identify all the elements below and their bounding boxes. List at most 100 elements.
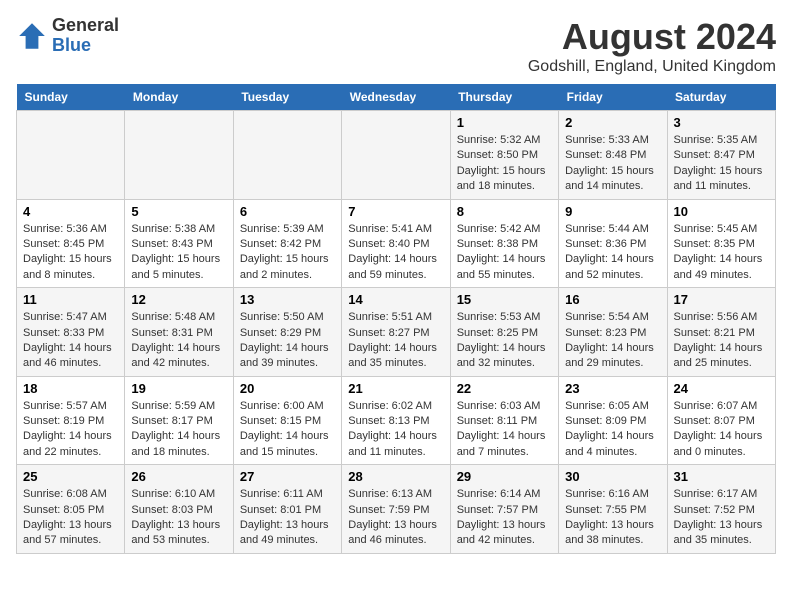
day-info: Sunrise: 6:00 AMSunset: 8:15 PMDaylight:… xyxy=(240,399,335,461)
calendar-cell xyxy=(342,111,450,200)
calendar-cell: 24 Sunrise: 6:07 AMSunset: 8:07 PMDayligh… xyxy=(667,376,775,465)
day-info: Sunrise: 5:47 AMSunset: 8:33 PMDaylight:… xyxy=(23,310,118,372)
main-title: August 2024 xyxy=(528,16,776,58)
calendar-cell: 3 Sunrise: 5:35 AMSunset: 8:47 PMDaylight… xyxy=(667,111,775,200)
day-number: 3 xyxy=(674,115,769,130)
day-number: 4 xyxy=(23,204,118,219)
day-number: 16 xyxy=(565,292,660,307)
day-info: Sunrise: 5:53 AMSunset: 8:25 PMDaylight:… xyxy=(457,310,552,372)
day-number: 7 xyxy=(348,204,443,219)
day-info: Sunrise: 5:32 AMSunset: 8:50 PMDaylight:… xyxy=(457,133,552,195)
day-number: 6 xyxy=(240,204,335,219)
header-friday: Friday xyxy=(559,84,667,111)
day-number: 25 xyxy=(23,469,118,484)
calendar-cell: 4 Sunrise: 5:36 AMSunset: 8:45 PMDaylight… xyxy=(17,199,125,288)
day-info: Sunrise: 5:33 AMSunset: 8:48 PMDaylight:… xyxy=(565,133,660,195)
logo-text: General Blue xyxy=(52,16,119,56)
calendar-cell: 1 Sunrise: 5:32 AMSunset: 8:50 PMDaylight… xyxy=(450,111,558,200)
day-number: 12 xyxy=(131,292,226,307)
day-number: 31 xyxy=(674,469,769,484)
day-number: 8 xyxy=(457,204,552,219)
calendar-cell: 28Sunrise: 6:13 AMSunset: 7:59 PMDayligh… xyxy=(342,465,450,554)
calendar-cell: 26 Sunrise: 6:10 AMSunset: 8:03 PMDayligh… xyxy=(125,465,233,554)
header-wednesday: Wednesday xyxy=(342,84,450,111)
day-number: 24 xyxy=(674,381,769,396)
day-number: 30 xyxy=(565,469,660,484)
calendar-cell: 13 Sunrise: 5:50 AMSunset: 8:29 PMDayligh… xyxy=(233,288,341,377)
calendar-cell: 11 Sunrise: 5:47 AMSunset: 8:33 PMDayligh… xyxy=(17,288,125,377)
day-info: Sunrise: 5:35 AMSunset: 8:47 PMDaylight:… xyxy=(674,133,769,195)
day-info: Sunrise: 5:39 AMSunset: 8:42 PMDaylight:… xyxy=(240,222,335,284)
day-info: Sunrise: 6:10 AMSunset: 8:03 PMDaylight:… xyxy=(131,487,226,549)
logo-icon xyxy=(16,20,48,52)
day-info: Sunrise: 5:54 AMSunset: 8:23 PMDaylight:… xyxy=(565,310,660,372)
calendar-body: 1 Sunrise: 5:32 AMSunset: 8:50 PMDaylight… xyxy=(17,111,776,554)
header-tuesday: Tuesday xyxy=(233,84,341,111)
day-info: Sunrise: 5:42 AMSunset: 8:38 PMDaylight:… xyxy=(457,222,552,284)
page-header: General Blue August 2024 Godshill, Engla… xyxy=(16,16,776,76)
day-number: 2 xyxy=(565,115,660,130)
calendar-cell: 9 Sunrise: 5:44 AMSunset: 8:36 PMDaylight… xyxy=(559,199,667,288)
logo-general: General xyxy=(52,16,119,36)
day-number: 14 xyxy=(348,292,443,307)
day-number: 13 xyxy=(240,292,335,307)
calendar-cell: 8 Sunrise: 5:42 AMSunset: 8:38 PMDaylight… xyxy=(450,199,558,288)
calendar-cell: 22Sunrise: 6:03 AMSunset: 8:11 PMDayligh… xyxy=(450,376,558,465)
day-number: 1 xyxy=(457,115,552,130)
day-info: Sunrise: 5:45 AMSunset: 8:35 PMDaylight:… xyxy=(674,222,769,284)
day-info: Sunrise: 6:02 AMSunset: 8:13 PMDaylight:… xyxy=(348,399,443,461)
day-info: Sunrise: 6:08 AMSunset: 8:05 PMDaylight:… xyxy=(23,487,118,549)
calendar-week-4: 18 Sunrise: 5:57 AMSunset: 8:19 PMDayligh… xyxy=(17,376,776,465)
day-number: 9 xyxy=(565,204,660,219)
day-info: Sunrise: 5:44 AMSunset: 8:36 PMDaylight:… xyxy=(565,222,660,284)
day-number: 10 xyxy=(674,204,769,219)
day-info: Sunrise: 6:13 AMSunset: 7:59 PMDaylight:… xyxy=(348,487,443,549)
header-row: Sunday Monday Tuesday Wednesday Thursday… xyxy=(17,84,776,111)
calendar-cell: 20Sunrise: 6:00 AMSunset: 8:15 PMDayligh… xyxy=(233,376,341,465)
day-number: 26 xyxy=(131,469,226,484)
calendar-cell: 31Sunrise: 6:17 AMSunset: 7:52 PMDayligh… xyxy=(667,465,775,554)
day-info: Sunrise: 5:36 AMSunset: 8:45 PMDaylight:… xyxy=(23,222,118,284)
calendar-cell: 14Sunrise: 5:51 AMSunset: 8:27 PMDayligh… xyxy=(342,288,450,377)
day-info: Sunrise: 6:05 AMSunset: 8:09 PMDaylight:… xyxy=(565,399,660,461)
day-info: Sunrise: 5:57 AMSunset: 8:19 PMDaylight:… xyxy=(23,399,118,461)
title-block: August 2024 Godshill, England, United Ki… xyxy=(528,16,776,76)
calendar-cell: 12 Sunrise: 5:48 AMSunset: 8:31 PMDayligh… xyxy=(125,288,233,377)
day-number: 15 xyxy=(457,292,552,307)
calendar-cell: 5Sunrise: 5:38 AMSunset: 8:43 PMDaylight… xyxy=(125,199,233,288)
day-number: 27 xyxy=(240,469,335,484)
day-info: Sunrise: 5:48 AMSunset: 8:31 PMDaylight:… xyxy=(131,310,226,372)
day-number: 21 xyxy=(348,381,443,396)
calendar-cell: 30Sunrise: 6:16 AMSunset: 7:55 PMDayligh… xyxy=(559,465,667,554)
header-sunday: Sunday xyxy=(17,84,125,111)
day-info: Sunrise: 5:50 AMSunset: 8:29 PMDaylight:… xyxy=(240,310,335,372)
day-number: 19 xyxy=(131,381,226,396)
calendar-cell: 29Sunrise: 6:14 AMSunset: 7:57 PMDayligh… xyxy=(450,465,558,554)
header-monday: Monday xyxy=(125,84,233,111)
calendar-cell: 21 Sunrise: 6:02 AMSunset: 8:13 PMDayligh… xyxy=(342,376,450,465)
calendar-cell xyxy=(17,111,125,200)
calendar-cell xyxy=(125,111,233,200)
logo-blue: Blue xyxy=(52,36,119,56)
day-number: 5 xyxy=(131,204,226,219)
day-number: 18 xyxy=(23,381,118,396)
calendar-header: Sunday Monday Tuesday Wednesday Thursday… xyxy=(17,84,776,111)
calendar-cell: 6 Sunrise: 5:39 AMSunset: 8:42 PMDaylight… xyxy=(233,199,341,288)
logo: General Blue xyxy=(16,16,119,56)
header-saturday: Saturday xyxy=(667,84,775,111)
day-info: Sunrise: 6:14 AMSunset: 7:57 PMDaylight:… xyxy=(457,487,552,549)
calendar-cell: 27Sunrise: 6:11 AMSunset: 8:01 PMDayligh… xyxy=(233,465,341,554)
calendar-week-3: 11 Sunrise: 5:47 AMSunset: 8:33 PMDayligh… xyxy=(17,288,776,377)
day-info: Sunrise: 6:07 AMSunset: 8:07 PMDaylight:… xyxy=(674,399,769,461)
calendar-cell: 16 Sunrise: 5:54 AMSunset: 8:23 PMDayligh… xyxy=(559,288,667,377)
calendar-cell: 19Sunrise: 5:59 AMSunset: 8:17 PMDayligh… xyxy=(125,376,233,465)
calendar-cell: 17Sunrise: 5:56 AMSunset: 8:21 PMDayligh… xyxy=(667,288,775,377)
calendar-week-5: 25 Sunrise: 6:08 AMSunset: 8:05 PMDayligh… xyxy=(17,465,776,554)
calendar-cell xyxy=(233,111,341,200)
calendar-cell: 7Sunrise: 5:41 AMSunset: 8:40 PMDaylight… xyxy=(342,199,450,288)
day-number: 11 xyxy=(23,292,118,307)
day-info: Sunrise: 5:56 AMSunset: 8:21 PMDaylight:… xyxy=(674,310,769,372)
calendar-cell: 2 Sunrise: 5:33 AMSunset: 8:48 PMDaylight… xyxy=(559,111,667,200)
calendar-cell: 23Sunrise: 6:05 AMSunset: 8:09 PMDayligh… xyxy=(559,376,667,465)
calendar-week-1: 1 Sunrise: 5:32 AMSunset: 8:50 PMDaylight… xyxy=(17,111,776,200)
